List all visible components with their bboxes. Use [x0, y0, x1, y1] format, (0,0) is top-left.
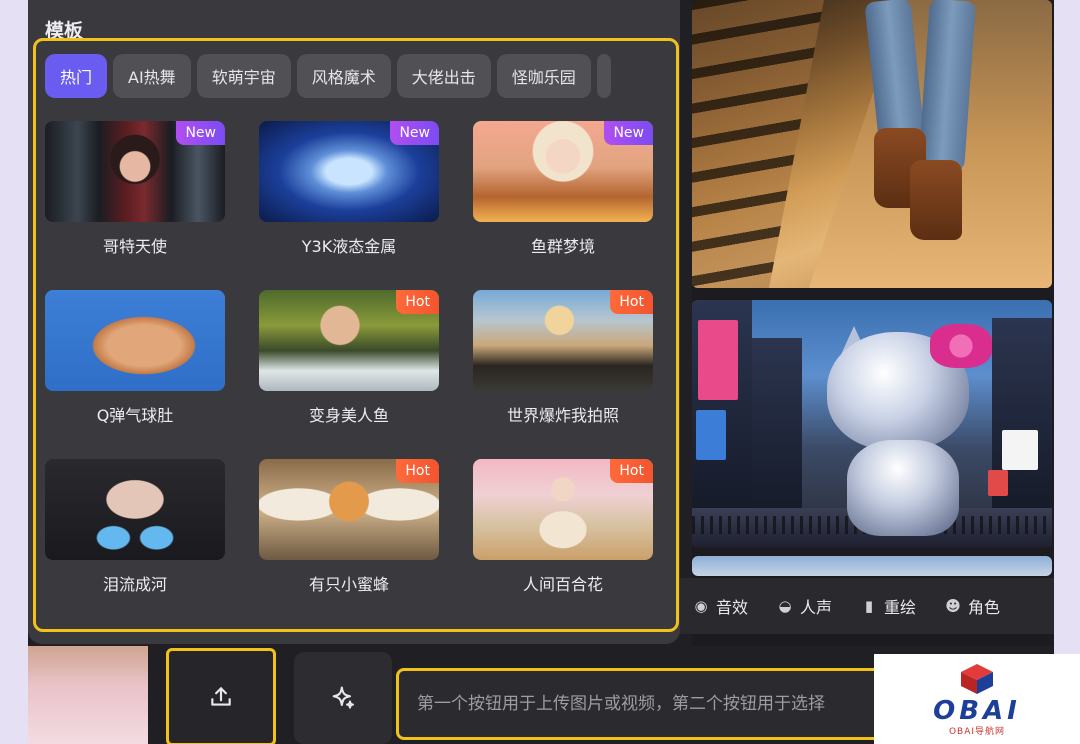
preview-image-walking[interactable] — [692, 0, 1052, 288]
upload-icon — [211, 687, 231, 706]
kitty-body — [847, 440, 959, 536]
inspiration-button[interactable] — [294, 652, 392, 744]
tab-boss-attack[interactable]: 大佬出击 — [396, 54, 491, 98]
tab-ai-dance[interactable]: AI热舞 — [113, 54, 191, 98]
template-card[interactable]: 泪流成河 — [45, 459, 225, 609]
repaint-button[interactable]: ▮ 重绘 — [860, 594, 916, 618]
new-badge: New — [604, 121, 653, 145]
new-badge: New — [390, 121, 439, 145]
card-thumbnail — [45, 459, 225, 560]
watermark-subtitle: OBAI导航网 — [948, 726, 1006, 737]
voice-button[interactable]: ◒ 人声 — [776, 594, 832, 618]
tab-style-magic[interactable]: 风格魔术 — [296, 54, 391, 98]
obai-watermark: OBAI OBAI导航网 — [874, 654, 1080, 744]
voice-label: 人声 — [800, 598, 833, 617]
card-label: Y3K液态金属 — [301, 237, 397, 256]
card-thumbnail — [45, 290, 225, 391]
tab-hot[interactable]: 热门 — [45, 54, 108, 98]
repaint-label: 重绘 — [884, 598, 917, 617]
sparkle-icon — [332, 686, 354, 709]
hot-badge: Hot — [610, 459, 653, 483]
template-tabs: 热门 AI热舞 软萌宇宙 风格魔术 大佬出击 怪咖乐园 — [45, 54, 655, 98]
card-thumbnail: New — [473, 121, 653, 222]
hot-badge: Hot — [396, 459, 439, 483]
card-label: 变身美人鱼 — [308, 406, 389, 425]
card-label: 鱼群梦境 — [530, 237, 595, 256]
tool-row: ◉ 音效 ◒ 人声 ▮ 重绘 ☻ 角色 — [678, 578, 1054, 634]
template-card[interactable]: Hot 世界爆炸我拍照 — [473, 290, 653, 440]
template-card[interactable]: New Y3K液态金属 — [259, 121, 439, 271]
card-label: 泪流成河 — [102, 575, 167, 594]
background-image-strip — [28, 646, 148, 744]
lips-icon: ◒ — [778, 597, 792, 615]
tab-overflow[interactable] — [596, 54, 611, 98]
kitty-bow — [930, 324, 992, 368]
card-thumbnail: New — [259, 121, 439, 222]
card-label: 有只小蜜蜂 — [308, 575, 389, 594]
hot-badge: Hot — [396, 290, 439, 314]
sound-effect-button[interactable]: ◉ 音效 — [692, 594, 748, 618]
card-thumbnail: New — [45, 121, 225, 222]
character-button[interactable]: ☻ 角色 — [944, 594, 1000, 618]
billboard — [698, 320, 738, 400]
face-icon: ☻ — [945, 597, 961, 615]
template-card[interactable]: Hot 人间百合花 — [473, 459, 653, 609]
hot-badge: Hot — [610, 290, 653, 314]
card-label: Q弹气球肚 — [96, 406, 174, 425]
prompt-input[interactable] — [417, 694, 913, 714]
prompt-input-box[interactable] — [396, 668, 916, 740]
card-label: 哥特天使 — [102, 237, 167, 256]
brush-icon: ▮ — [864, 597, 874, 615]
card-thumbnail: Hot — [473, 459, 653, 560]
building — [752, 338, 802, 518]
template-card[interactable]: Hot 有只小蜜蜂 — [259, 459, 439, 609]
sound-effect-label: 音效 — [716, 598, 749, 617]
template-card[interactable]: Hot 变身美人鱼 — [259, 290, 439, 440]
billboard — [1002, 430, 1038, 470]
tab-cute-universe[interactable]: 软萌宇宙 — [196, 54, 291, 98]
card-thumbnail: Hot — [259, 290, 439, 391]
preview-image-partial[interactable] — [692, 556, 1052, 576]
template-card[interactable]: New 哥特天使 — [45, 121, 225, 271]
watermark-brand: OBAI — [933, 695, 1021, 726]
billboard — [696, 410, 726, 460]
upload-button[interactable] — [166, 648, 276, 744]
tab-weird-paradise[interactable]: 怪咖乐园 — [496, 54, 591, 98]
template-card[interactable]: Q弹气球肚 — [45, 290, 225, 440]
new-badge: New — [176, 121, 225, 145]
boot-right — [910, 160, 962, 240]
card-thumbnail: Hot — [259, 459, 439, 560]
card-label: 世界爆炸我拍照 — [506, 406, 619, 425]
waveform-icon: ◉ — [694, 597, 708, 615]
preview-image-kitty[interactable] — [692, 300, 1052, 548]
cube-logo-icon — [961, 663, 993, 694]
character-label: 角色 — [968, 598, 1001, 617]
card-thumbnail: Hot — [473, 290, 653, 391]
template-card[interactable]: New 鱼群梦境 — [473, 121, 653, 271]
card-label: 人间百合花 — [522, 575, 603, 594]
billboard — [988, 470, 1008, 496]
